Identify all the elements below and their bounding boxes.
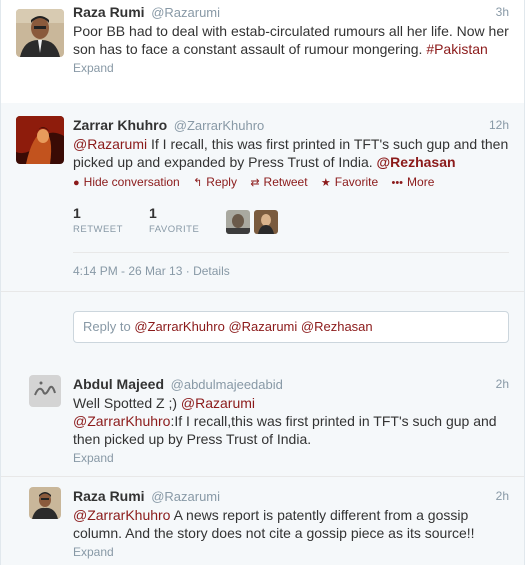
reply-label: Reply	[206, 175, 237, 189]
tweet[interactable]: Raza Rumi @Razarumi 2h @ZarrarKhuhro A n…	[1, 477, 524, 565]
conversation-icon: ●	[73, 177, 80, 189]
more-label: More	[407, 175, 435, 189]
star-icon: ★	[320, 177, 331, 189]
reply-button[interactable]: ↰ Reply	[193, 174, 237, 191]
tweet-time[interactable]: 2h	[496, 375, 509, 393]
more-icon: •••	[391, 177, 404, 189]
retweet-count[interactable]: 1 RETWEET	[73, 205, 123, 235]
expand-link[interactable]: Expand	[73, 450, 509, 466]
favorite-button[interactable]: ★ Favorite	[321, 174, 378, 191]
favorite-label: Favorite	[334, 175, 379, 189]
reply-icon: ↰	[193, 177, 203, 189]
mention-link[interactable]: @Razarumi	[73, 136, 147, 152]
reply-prefix: Reply to	[83, 319, 135, 334]
reply-input[interactable]: Reply to @ZarrarKhuhro @Razarumi @Rezhas…	[73, 311, 509, 343]
author-name[interactable]: Zarrar Khuhro	[73, 117, 167, 133]
favorite-count[interactable]: 1 FAVORITE	[149, 205, 199, 235]
tweet-body: Well Spotted Z ;)	[73, 395, 181, 411]
divider	[73, 252, 509, 253]
avatar[interactable]	[16, 9, 64, 57]
avatar[interactable]	[29, 487, 61, 519]
avatar[interactable]	[254, 210, 278, 234]
tweet-expanded[interactable]: Zarrar Khuhro @ZarrarKhuhro 12h @Razarum…	[1, 103, 524, 291]
author-handle[interactable]: @ZarrarKhuhro	[174, 118, 265, 133]
retweet-stat-label: RETWEET	[73, 224, 123, 235]
favorite-stat-label: FAVORITE	[149, 224, 200, 235]
hide-label: Hide conversation	[83, 175, 180, 189]
tweet-actions: ● Hide conversation ↰ Reply ⇄ Retweet ★ Favo…	[73, 174, 509, 190]
tweet-text: @ZarrarKhuhro A news report is patently …	[73, 506, 509, 542]
author-name[interactable]: Raza Rumi	[73, 4, 145, 20]
favorite-number: 1	[149, 205, 157, 221]
tweet-text: Poor BB had to deal with estab-circulate…	[73, 22, 509, 58]
tweet-text: Well Spotted Z ;) @Razarumi @ZarrarKhuhr…	[73, 394, 509, 448]
avatar[interactable]	[226, 210, 250, 234]
expand-link[interactable]: Expand	[73, 60, 509, 76]
mention-link[interactable]: @Razarumi	[181, 395, 255, 411]
tweet-text: @Razarumi If I recall, this was first pr…	[73, 135, 509, 171]
tweet-meta: 4:14 PM - 26 Mar 13 · Details	[73, 264, 230, 278]
tweet[interactable]: Abdul Majeed @abdulmajeedabid 2h Well Sp…	[1, 364, 524, 477]
author-handle[interactable]: @Razarumi	[151, 489, 220, 504]
mention-link: @Razarumi	[228, 319, 298, 334]
mention-link[interactable]: @Rezhasan	[377, 154, 456, 170]
author-name[interactable]: Raza Rumi	[73, 488, 145, 504]
hashtag-link[interactable]: #Pakistan	[426, 41, 487, 57]
tweet-time[interactable]: 3h	[496, 3, 509, 21]
details-link[interactable]: Details	[193, 264, 230, 278]
author-handle[interactable]: @Razarumi	[151, 5, 220, 20]
expand-link[interactable]: Expand	[73, 544, 509, 560]
avatar[interactable]	[29, 375, 61, 407]
avatar[interactable]	[16, 116, 64, 164]
tweet[interactable]: Raza Rumi @Razarumi 3h Poor BB had to de…	[1, 0, 524, 104]
mention-link: @ZarrarKhuhro	[134, 319, 225, 334]
mention-link[interactable]: @ZarrarKhuhro	[73, 413, 170, 429]
mention-link[interactable]: @ZarrarKhuhro	[73, 507, 170, 523]
tweet-timestamp[interactable]: 4:14 PM - 26 Mar 13	[73, 264, 182, 278]
retweet-number: 1	[73, 205, 81, 221]
separator: ·	[185, 264, 190, 278]
mention-link: @Rezhasan	[300, 319, 373, 334]
reply-box-container: Reply to @ZarrarKhuhro @Razarumi @Rezhas…	[1, 291, 524, 365]
retweet-label: Retweet	[263, 175, 308, 189]
author-handle[interactable]: @abdulmajeedabid	[171, 377, 283, 392]
more-button[interactable]: ••• More	[391, 174, 434, 191]
tweet-time[interactable]: 2h	[496, 487, 509, 505]
author-name[interactable]: Abdul Majeed	[73, 376, 164, 392]
timeline: Raza Rumi @Razarumi 3h Poor BB had to de…	[0, 0, 525, 565]
hide-conversation-button[interactable]: ● Hide conversation	[73, 174, 180, 191]
retweet-button[interactable]: ⇄ Retweet	[250, 174, 307, 191]
tweet-time[interactable]: 12h	[489, 116, 509, 134]
retweet-icon: ⇄	[250, 177, 260, 189]
